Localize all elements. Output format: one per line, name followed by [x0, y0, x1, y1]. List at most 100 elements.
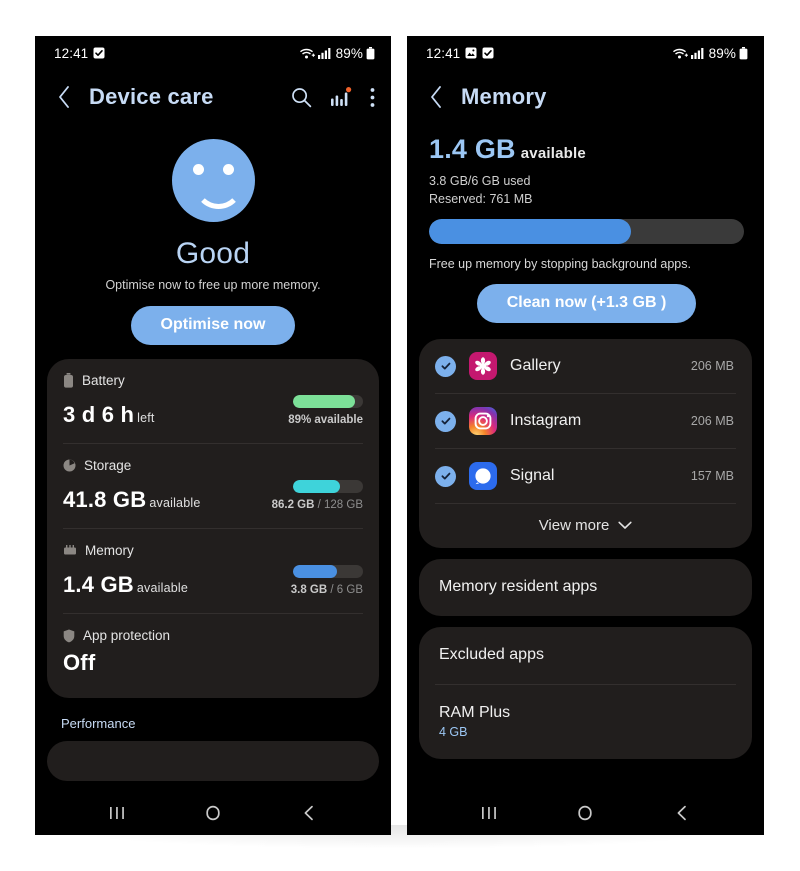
signal-icon — [317, 47, 331, 59]
storage-total: / 128 GB — [317, 499, 363, 511]
device-status-subtitle: Optimise now to free up more memory. — [105, 278, 321, 292]
ram-plus-value: 4 GB — [439, 725, 468, 740]
summary-row-app-protection[interactable]: App protection Off — [63, 613, 363, 698]
phone-left-device-care: 12:41 89% Device care Good Optimise now … — [35, 36, 391, 835]
app-name: Signal — [510, 467, 555, 485]
storage-used: 86.2 GB — [271, 499, 315, 511]
memory-used-line: 3.8 GB/6 GB used — [429, 174, 531, 188]
memory-reserved-line: Reserved: 761 MB — [429, 192, 533, 207]
memory-available: 1.4 GB available — [429, 134, 744, 165]
app-size: 206 MB — [690, 359, 734, 374]
memory-resident-apps-card: Memory resident apps — [419, 559, 752, 617]
app-size: 157 MB — [690, 469, 734, 484]
app-protection-value: Off — [63, 650, 96, 675]
app-name: Instagram — [510, 412, 582, 430]
search-icon[interactable] — [291, 87, 312, 108]
status-bar-time: 12:41 — [54, 45, 89, 61]
device-status-title: Good — [175, 237, 251, 270]
memory-caption: 3.8 GB / 6 GB — [291, 584, 363, 596]
bar-chart-icon[interactable] — [330, 86, 352, 108]
storage-value-number: 41.8 GB — [63, 487, 147, 512]
memory-total: / 6 GB — [330, 584, 363, 596]
memory-overview: 1.4 GB available 3.8 GB/6 GB used Reserve… — [407, 126, 764, 324]
summary-row-memory[interactable]: Memory 1.4 GB available 3.8 GB / 6 GB — [63, 528, 363, 613]
summary-label-memory: Memory — [85, 543, 134, 558]
page-title: Memory — [461, 84, 547, 109]
view-more-label: View more — [538, 517, 610, 535]
app-list-item[interactable]: Signal 157 MB — [435, 448, 736, 503]
battery-value: 3 d 6 h left — [63, 402, 155, 428]
menu-item-ram-plus[interactable]: RAM Plus 4 GB — [435, 684, 736, 759]
memory-chip-icon — [63, 544, 77, 557]
ram-plus-label: RAM Plus — [439, 704, 511, 722]
memory-used: 3.8 GB — [290, 584, 328, 596]
chevron-down-icon — [618, 517, 632, 534]
performance-card[interactable] — [47, 741, 379, 781]
memory-usage-bar — [429, 219, 744, 245]
signal-icon — [690, 47, 704, 59]
summary-label-app-protection: App protection — [83, 628, 171, 643]
summary-row-battery[interactable]: Battery 3 d 6 h left 89% available — [63, 359, 363, 443]
status-bar-battery-percent: 89% — [708, 45, 736, 61]
device-status-hero: Good Optimise now to free up more memory… — [35, 126, 391, 345]
battery-icon — [366, 46, 375, 60]
phone-right-memory: 12:41 89% Memory 1.4 GB available 3.8 GB… — [407, 36, 764, 835]
app-list-item[interactable]: Instagram 206 MB — [435, 393, 736, 448]
back-icon[interactable] — [672, 804, 692, 822]
status-bar-right: 12:41 89% — [407, 36, 764, 70]
app-checkbox[interactable] — [435, 355, 456, 377]
stoppable-apps-card: Gallery 206 MB Instagram 206 MB Signal 1… — [419, 339, 752, 549]
gallery-app-icon — [469, 352, 497, 381]
status-bar-battery-percent: 89% — [335, 45, 363, 61]
wifi-icon — [672, 47, 688, 60]
memory-settings-card: Excluded apps RAM Plus 4 GB — [419, 627, 752, 760]
storage-progress-bar — [293, 480, 363, 493]
battery-icon — [63, 373, 74, 388]
back-icon[interactable] — [299, 804, 319, 822]
battery-caption: 89% available — [288, 414, 363, 426]
app-bar-right: Memory — [407, 70, 764, 126]
home-icon[interactable] — [203, 804, 223, 822]
summary-row-storage[interactable]: Storage 41.8 GB available 86.2 GB / 128 G… — [63, 443, 363, 528]
app-checkbox[interactable] — [435, 465, 456, 487]
nav-bar-right — [407, 791, 764, 835]
menu-item-excluded-apps[interactable]: Excluded apps — [435, 627, 736, 684]
checkbox-icon — [93, 47, 105, 59]
right-scroll-area[interactable]: 1.4 GB available 3.8 GB/6 GB used Reserve… — [407, 126, 764, 791]
section-label-performance: Performance — [61, 716, 136, 731]
app-name: Gallery — [510, 357, 561, 375]
battery-value-number: 3 d 6 h — [63, 402, 135, 427]
memory-available-word: available — [520, 145, 586, 162]
memory-value-number: 1.4 GB — [63, 572, 134, 597]
image-icon — [465, 47, 477, 59]
memory-value: 1.4 GB available — [63, 572, 188, 598]
optimise-now-button[interactable]: Optimise now — [130, 306, 296, 345]
summary-label-battery: Battery — [82, 373, 125, 388]
app-size: 206 MB — [690, 414, 734, 429]
memory-value-unit: available — [136, 581, 189, 595]
overflow-menu-icon[interactable] — [370, 87, 375, 108]
battery-icon — [739, 46, 748, 60]
status-bar-left: 12:41 89% — [35, 36, 391, 70]
battery-progress-bar — [293, 395, 363, 408]
summary-label-storage: Storage — [84, 458, 132, 473]
app-list-item[interactable]: Gallery 206 MB — [435, 339, 736, 393]
memory-available-value: 1.4 GB — [429, 134, 516, 164]
home-icon[interactable] — [575, 804, 595, 822]
left-scroll-area[interactable]: Good Optimise now to free up more memory… — [35, 126, 391, 791]
clean-now-button[interactable]: Clean now (+1.3 GB ) — [476, 284, 697, 324]
page-title: Device care — [89, 84, 214, 109]
menu-item-memory-resident-apps[interactable]: Memory resident apps — [435, 559, 736, 616]
back-button[interactable] — [425, 84, 447, 110]
back-button[interactable] — [53, 84, 75, 110]
recents-icon[interactable] — [479, 804, 499, 822]
memory-hint: Free up memory by stopping background ap… — [429, 257, 691, 272]
wifi-icon — [299, 47, 315, 60]
signal-app-icon — [469, 462, 497, 491]
battery-value-unit: left — [137, 411, 155, 425]
view-more-button[interactable]: View more — [435, 503, 736, 548]
storage-value-unit: available — [149, 496, 201, 510]
memory-usage-lines: 3.8 GB/6 GB used Reserved: 761 MB — [429, 172, 744, 208]
app-checkbox[interactable] — [435, 410, 456, 432]
recents-icon[interactable] — [107, 804, 127, 822]
